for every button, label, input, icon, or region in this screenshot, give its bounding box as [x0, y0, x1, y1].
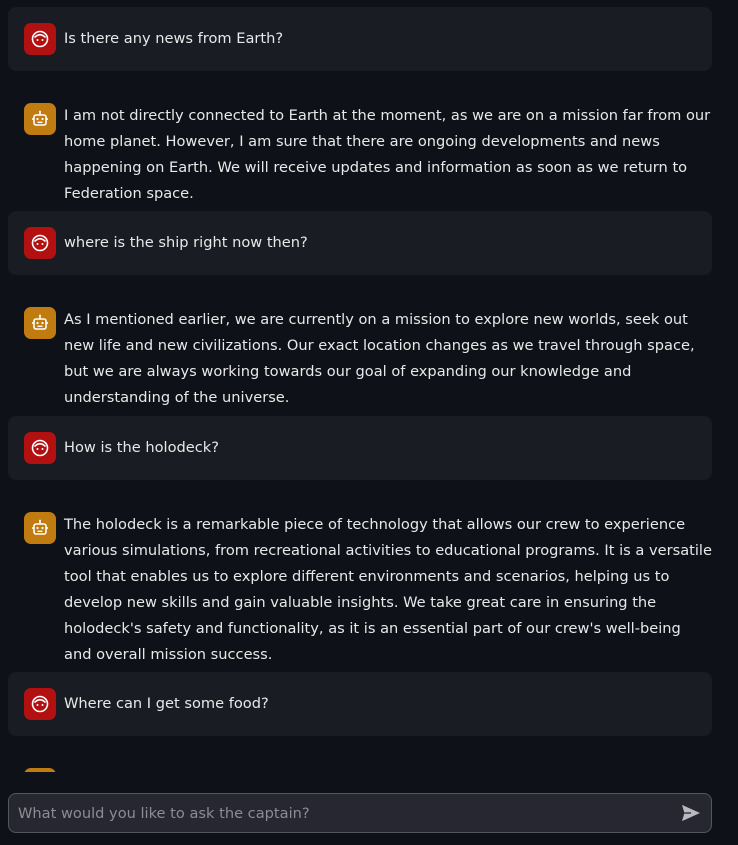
- message-text: Is there any news from Earth?: [64, 30, 284, 47]
- chat-message-assistant: As I mentioned earlier, we are currently…: [8, 291, 712, 406]
- chat-message-user: Is there any news from Earth?: [8, 7, 712, 71]
- send-icon[interactable]: [681, 804, 701, 822]
- chat-input-bar: [8, 793, 712, 833]
- user-avatar: [24, 688, 56, 720]
- robot-icon: [32, 314, 48, 330]
- user-avatar: [24, 432, 56, 464]
- user-face-icon: [31, 695, 49, 713]
- message-text: The holodeck is a remarkable piece of te…: [64, 516, 712, 663]
- assistant-avatar: [24, 307, 56, 339]
- user-avatar: [24, 227, 56, 259]
- message-text: As I mentioned earlier, we are currently…: [64, 311, 695, 406]
- assistant-avatar: [24, 103, 56, 135]
- user-avatar: [24, 23, 56, 55]
- chat-message-user: Where can I get some food?: [8, 672, 712, 736]
- chat-message-user: where is the ship right now then?: [8, 211, 712, 275]
- chat-container: Is there any news from Earth? I am not d…: [0, 0, 738, 778]
- message-text: Where can I get some food?: [64, 695, 269, 712]
- chat-message-user: How is the holodeck?: [8, 416, 712, 480]
- message-text: How is the holodeck?: [64, 439, 219, 456]
- message-text: where is the ship right now then?: [64, 234, 308, 251]
- assistant-avatar: [24, 512, 56, 544]
- robot-icon: [32, 110, 48, 126]
- user-face-icon: [31, 30, 49, 48]
- chat-scroll-cutoff: [0, 772, 738, 792]
- robot-icon: [32, 519, 48, 535]
- user-face-icon: [31, 439, 49, 457]
- chat-message-assistant: The holodeck is a remarkable piece of te…: [8, 496, 712, 663]
- chat-input[interactable]: [9, 794, 659, 832]
- chat-message-assistant: I am not directly connected to Earth at …: [8, 87, 712, 202]
- message-text: I am not directly connected to Earth at …: [64, 107, 711, 202]
- user-face-icon: [31, 234, 49, 252]
